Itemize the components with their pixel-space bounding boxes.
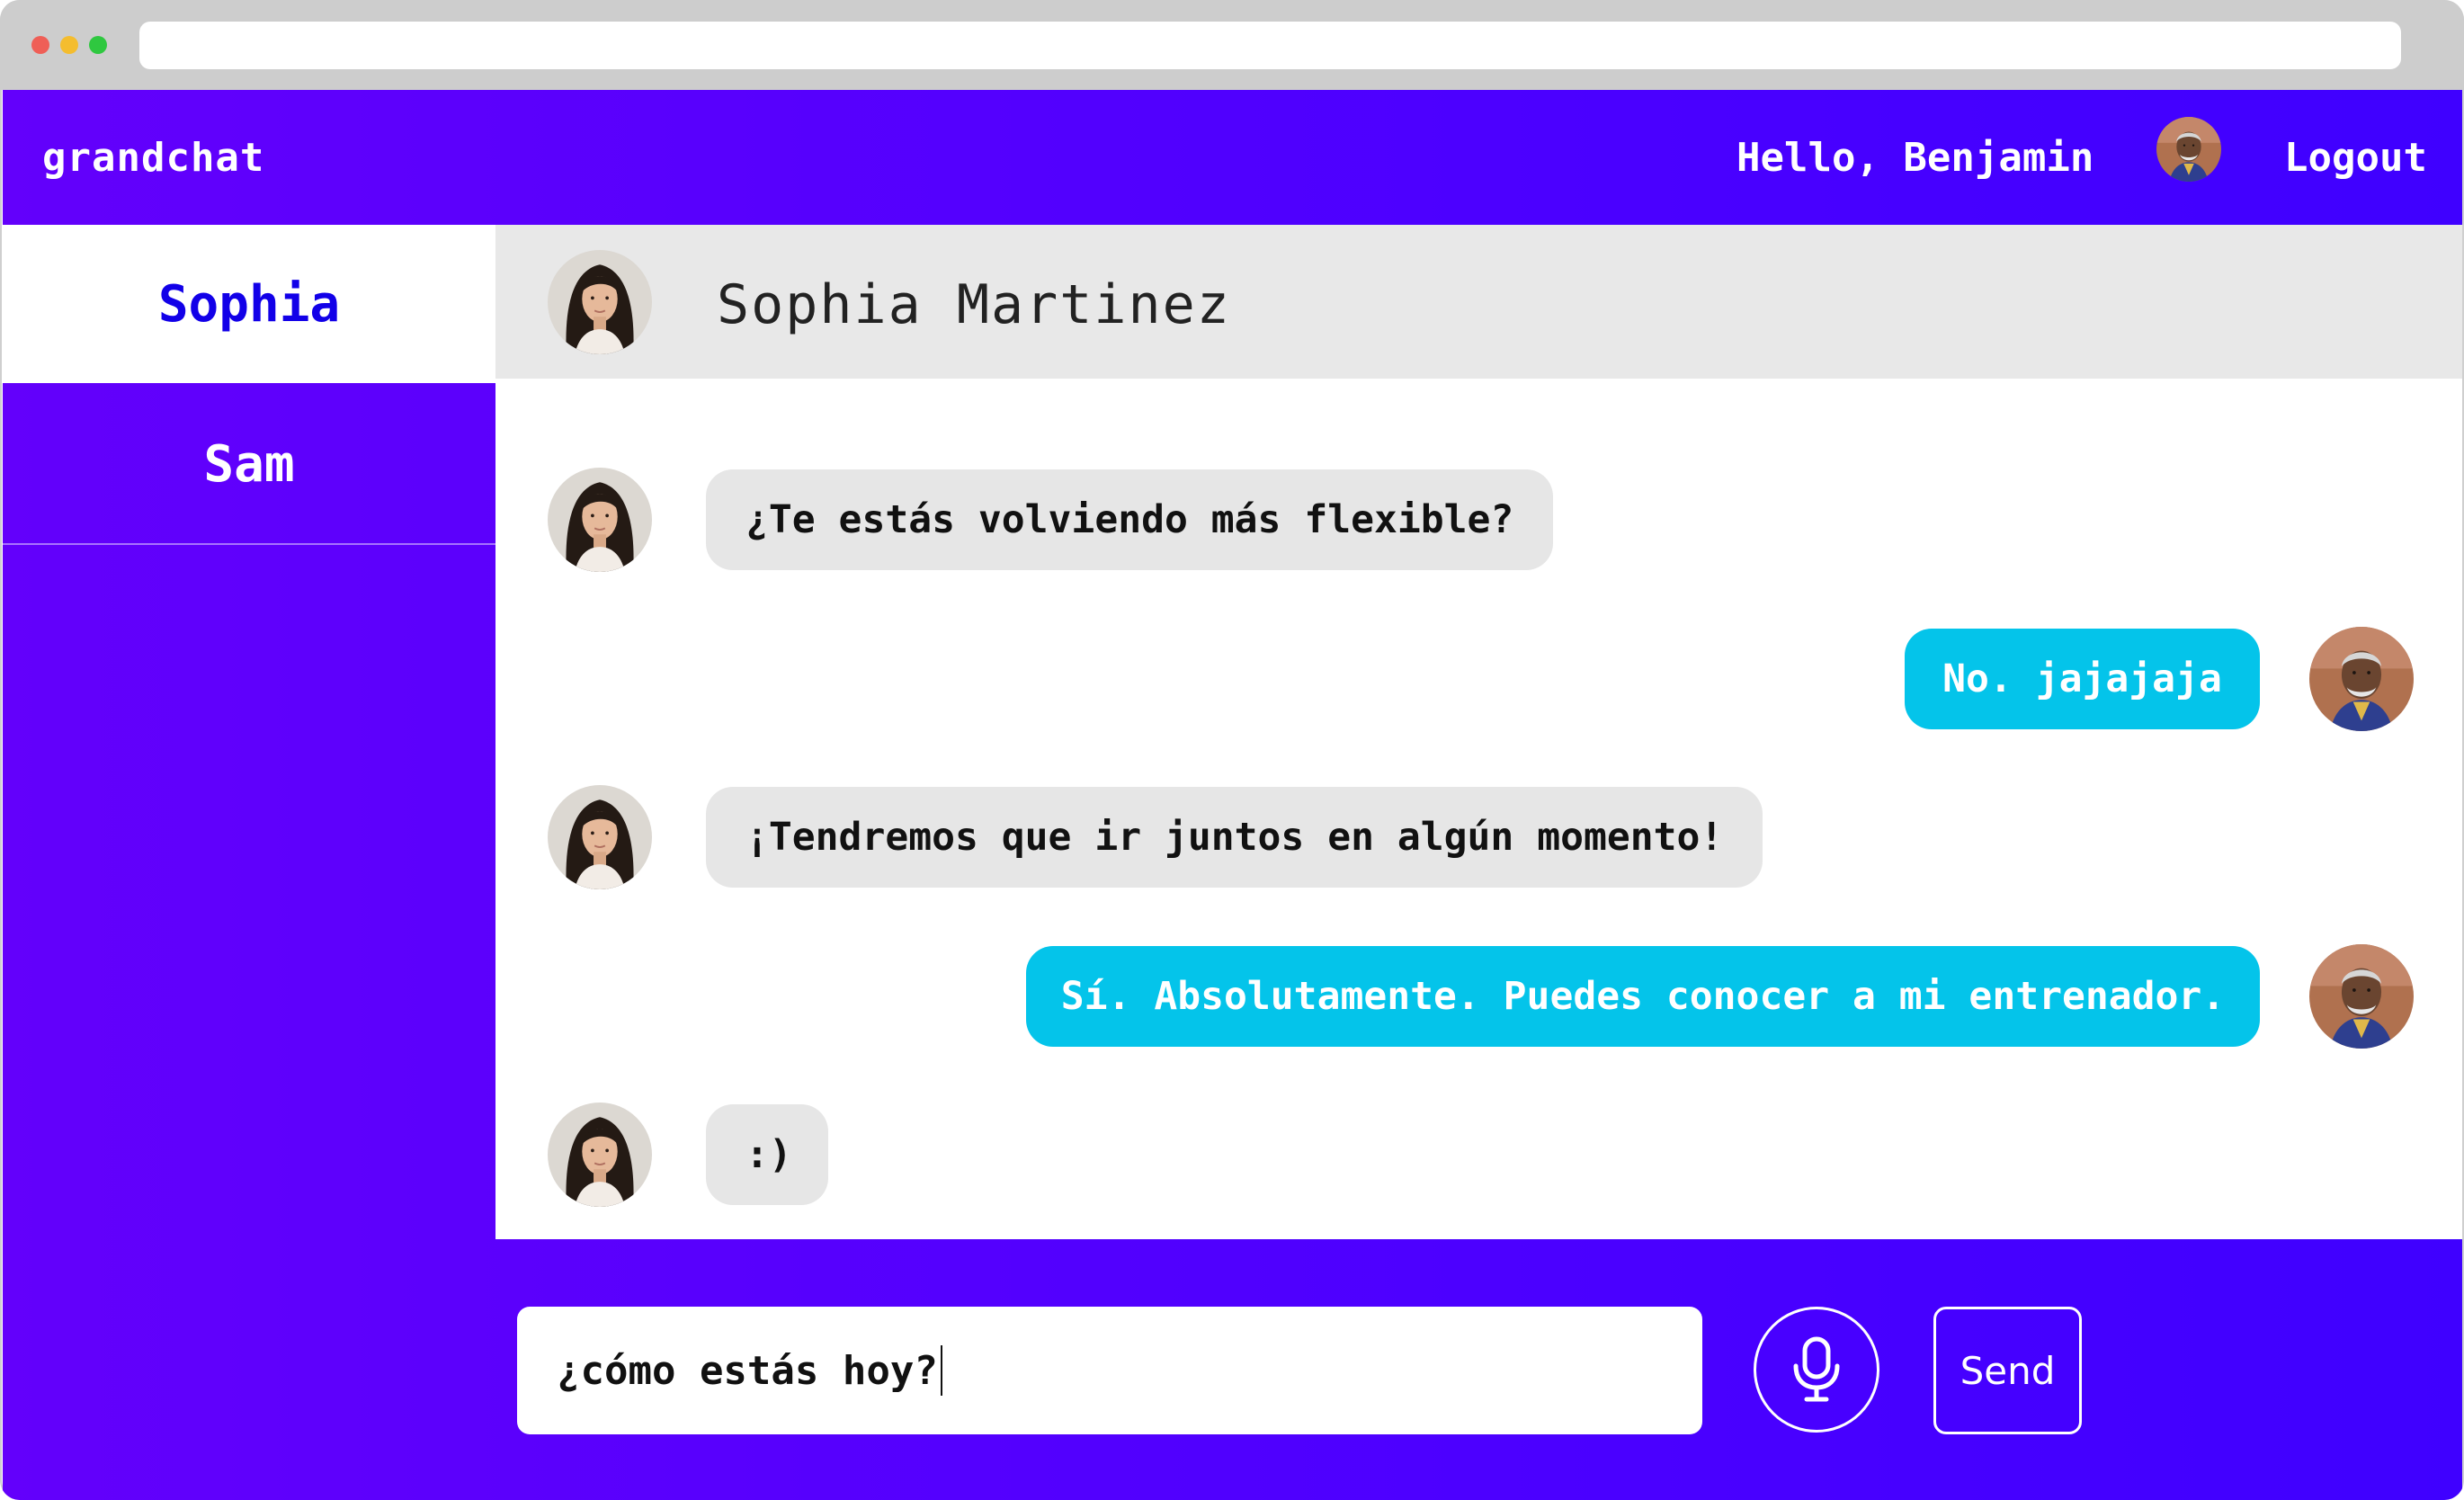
chat-header: Sophia Martinez [495, 225, 2462, 379]
user-avatar[interactable] [2156, 117, 2221, 182]
incoming-message-bubble: ¡Tendremos que ir juntos en algún moment… [706, 787, 1763, 888]
outgoing-message-bubble: Sí. Absolutamente. Puedes conocer a mi e… [1026, 946, 2260, 1047]
contact-message-avatar [548, 1103, 652, 1207]
logout-button[interactable]: Logout [2284, 135, 2427, 181]
user-message-avatar [2309, 627, 2414, 731]
chat-panel[interactable]: Sophia Martinez ¿Te estás volviendo más … [495, 225, 2462, 1239]
user-message-avatar [2309, 944, 2414, 1049]
address-bar[interactable] [139, 22, 2401, 69]
text-caret [940, 1345, 942, 1396]
minimize-window-dot[interactable] [60, 36, 78, 54]
contact-avatar [548, 250, 652, 354]
microphone-button[interactable] [1754, 1307, 1879, 1433]
contact-message-avatar [548, 785, 652, 889]
incoming-message-bubble: ¿Te estás volviendo más flexible? [706, 469, 1554, 570]
contact-item-sophia[interactable]: Sophia [3, 225, 495, 383]
message-composer: ¿cómo estás hoy? Send [3, 1239, 2462, 1500]
greeting-text: Hello, Benjamin [1736, 135, 2094, 181]
browser-window: grandchat Hello, Benjamin Logout Sophia … [0, 0, 2464, 1500]
send-button[interactable]: Send [1933, 1307, 2082, 1434]
contact-message-avatar [548, 468, 652, 572]
close-window-dot[interactable] [31, 36, 49, 54]
outgoing-message-bubble: No. jajajaja [1905, 629, 2260, 729]
message-input-text: ¿cómo estás hoy? [557, 1347, 938, 1394]
incoming-message-bubble: :) [706, 1104, 828, 1205]
maximize-window-dot[interactable] [89, 36, 107, 54]
message-input[interactable]: ¿cómo estás hoy? [517, 1307, 1702, 1434]
top-navigation-bar: grandchat Hello, Benjamin Logout [3, 90, 2462, 225]
contact-item-sam[interactable]: Sam [3, 385, 495, 543]
microphone-icon [1793, 1336, 1840, 1402]
sidebar-divider [3, 543, 495, 545]
contact-name: Sophia Martinez [717, 273, 1231, 336]
grandchat-app: grandchat Hello, Benjamin Logout Sophia … [3, 90, 2462, 1500]
app-brand: grandchat [42, 135, 265, 181]
browser-chrome [0, 0, 2464, 90]
